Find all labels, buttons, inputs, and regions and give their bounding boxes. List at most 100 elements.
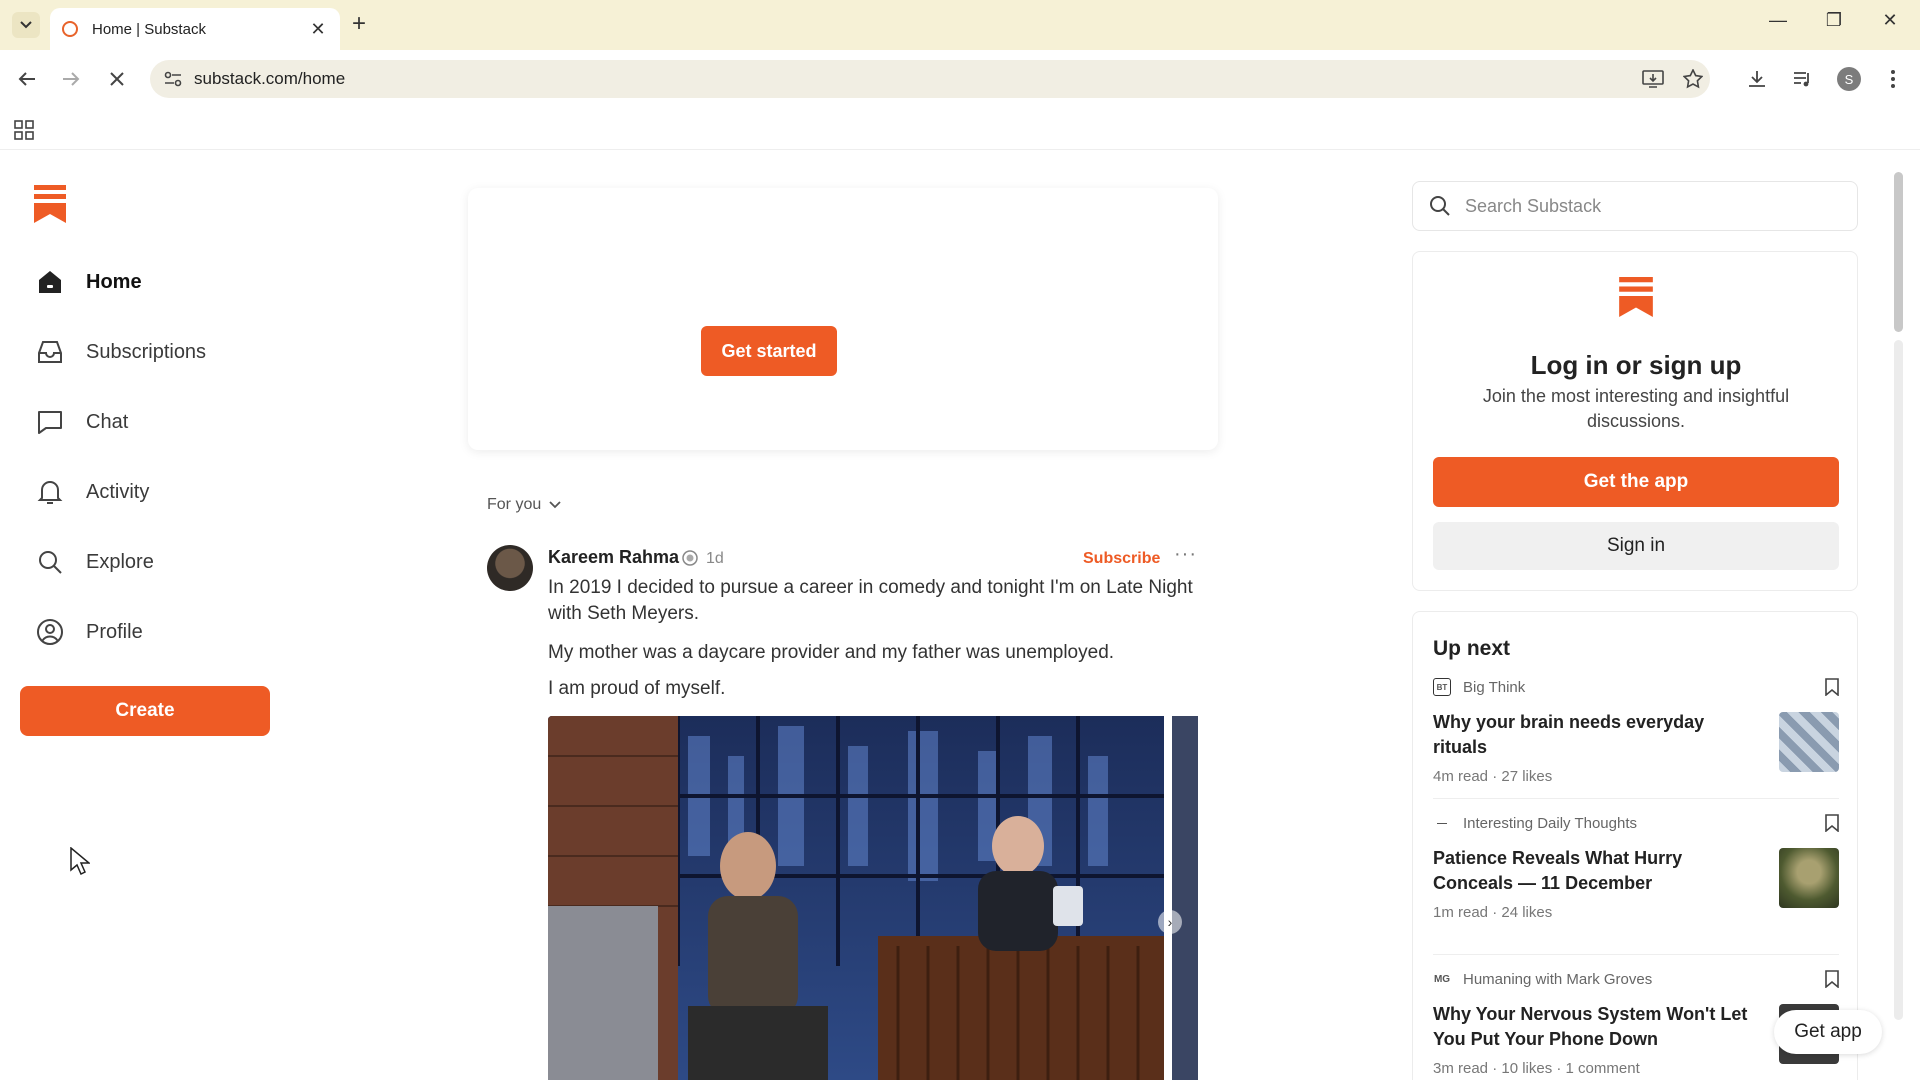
create-button[interactable]: Create [20, 686, 270, 736]
post-timestamp: 1d [706, 550, 724, 567]
post-paragraph: My mother was a daycare provider and my … [548, 642, 1115, 663]
downloads-icon[interactable] [1742, 64, 1772, 94]
story-meta: 4m read · 27 likes [1433, 768, 1553, 785]
nav-item-label: Explore [86, 550, 154, 573]
close-icon [110, 72, 124, 86]
stop-loading-button[interactable] [102, 64, 132, 94]
publication-name: Big Think [1463, 678, 1526, 696]
login-title: Log in or sign up [1530, 350, 1742, 380]
arrow-right-icon [63, 72, 80, 86]
feed-filter-dropdown[interactable]: For you [487, 496, 561, 514]
chevron-right-icon[interactable]: › [1158, 910, 1182, 934]
story-headline: Patience Reveals What Hurry Conceals — 1… [1433, 848, 1683, 893]
nav-item-label: Activity [86, 480, 150, 503]
post-paragraph: I am proud of myself. [548, 678, 726, 699]
address-bar[interactable]: substack.com/home [150, 60, 1710, 98]
nav-item-label: Subscriptions [86, 340, 207, 363]
up-next-title: Up next [1433, 637, 1511, 660]
publication-name: Interesting Daily Thoughts [1463, 814, 1637, 832]
login-card: Log in or sign up Join the most interest… [1412, 251, 1858, 591]
post-author-avatar[interactable] [487, 545, 533, 591]
substack-favicon-icon [62, 21, 78, 37]
site-settings-icon[interactable] [164, 71, 182, 87]
get-app-floating-button[interactable]: Get app [1774, 1010, 1882, 1054]
close-window-icon[interactable]: ✕ [1870, 10, 1910, 31]
scrollbar-thumb[interactable] [1894, 172, 1903, 332]
get-started-button[interactable]: Get started [701, 326, 837, 376]
nav-item-activity[interactable]: Activity [34, 472, 149, 512]
story-headline: Why Your Nervous System Won't Let You Pu… [1433, 1004, 1748, 1049]
divider [1433, 954, 1839, 955]
list-item[interactable]: BT Big Think Why your brain needs everyd… [1433, 678, 1839, 785]
subscribe-button[interactable]: Subscribe [1083, 550, 1160, 568]
chevron-down-icon [20, 21, 32, 29]
page-scrollbar[interactable] [1890, 150, 1906, 1080]
story-thumbnail [1779, 848, 1839, 908]
substack-page: Home Subscriptions Chat Activity Explore… [0, 150, 1920, 1080]
scrollbar-track [1894, 340, 1903, 1020]
divider [1433, 798, 1839, 799]
nav-item-label: Home [86, 270, 142, 293]
publication-logo-icon: MG [1433, 973, 1451, 985]
story-meta: 3m read · 10 likes · 1 comment [1433, 1060, 1640, 1077]
post-image[interactable] [548, 716, 1164, 1080]
bell-icon [34, 476, 66, 508]
url-text: substack.com/home [194, 69, 346, 88]
home-icon [34, 266, 66, 298]
post-image-next-preview[interactable] [1172, 716, 1198, 1080]
bookmark-icon[interactable] [1825, 678, 1839, 701]
search-placeholder: Search Substack [1465, 195, 1602, 216]
story-thumbnail [1779, 712, 1839, 772]
browser-toolbar: substack.com/home S [0, 50, 1920, 108]
browser-tab[interactable]: Home | Substack ✕ [50, 8, 340, 50]
post-author-name[interactable]: Kareem Rahma [548, 547, 679, 568]
mouse-cursor-icon [70, 846, 92, 880]
bookmarks-bar [0, 108, 1920, 150]
back-button[interactable] [12, 64, 42, 94]
publication-logo-icon: BT [1433, 678, 1451, 696]
tab-search-button[interactable] [12, 12, 40, 38]
sign-in-button[interactable]: Sign in [1433, 522, 1839, 570]
bookmark-star-icon[interactable] [1680, 66, 1706, 92]
bookmark-icon[interactable] [1825, 970, 1839, 993]
browser-tab-bar: Home | Substack ✕ + — ❐ ✕ [0, 0, 1920, 50]
verified-badge-icon [682, 550, 698, 571]
profile-icon [34, 616, 66, 648]
nav-item-chat[interactable]: Chat [34, 402, 128, 442]
apps-grid-icon[interactable] [14, 120, 34, 145]
nav-item-label: Chat [86, 410, 129, 433]
substack-logo-icon[interactable] [34, 185, 66, 228]
nav-item-explore[interactable]: Explore [34, 542, 154, 582]
browser-menu-icon[interactable] [1878, 64, 1908, 94]
post-more-options-icon[interactable]: ··· [1174, 543, 1197, 566]
forward-button[interactable] [56, 64, 86, 94]
nav-item-home[interactable]: Home [34, 262, 142, 302]
chat-icon [34, 406, 66, 438]
media-controls-icon[interactable] [1788, 64, 1818, 94]
bookmark-icon[interactable] [1825, 814, 1839, 837]
publication-logo-icon: — [1437, 817, 1447, 829]
restore-icon[interactable]: ❐ [1814, 10, 1854, 31]
avatar: S [1837, 67, 1861, 91]
story-headline: Why your brain needs everyday rituals [1433, 712, 1705, 757]
install-app-icon[interactable] [1640, 66, 1666, 92]
promo-card: Get started [468, 188, 1218, 450]
feed-filter-label: For you [487, 496, 542, 513]
chevron-down-icon [549, 501, 561, 509]
post-paragraph: In 2019 I decided to pursue a career in … [548, 577, 1193, 624]
minimize-icon[interactable]: — [1758, 10, 1798, 31]
nav-item-profile[interactable]: Profile [34, 612, 143, 652]
nav-item-subscriptions[interactable]: Subscriptions [34, 332, 206, 372]
search-icon [1430, 196, 1450, 216]
story-meta: 1m read · 24 likes [1433, 904, 1553, 921]
get-the-app-button[interactable]: Get the app [1433, 457, 1839, 507]
inbox-icon [34, 336, 66, 368]
new-tab-button[interactable]: + [352, 12, 366, 36]
search-substack-field[interactable]: Search Substack [1412, 181, 1858, 231]
list-item[interactable]: — Interesting Daily Thoughts Patience Re… [1433, 814, 1839, 921]
nav-item-label: Profile [86, 620, 143, 643]
close-tab-icon[interactable]: ✕ [308, 19, 328, 40]
profile-avatar-button[interactable]: S [1834, 64, 1864, 94]
substack-logo-icon [1619, 277, 1653, 322]
tab-title: Home | Substack [92, 20, 206, 38]
